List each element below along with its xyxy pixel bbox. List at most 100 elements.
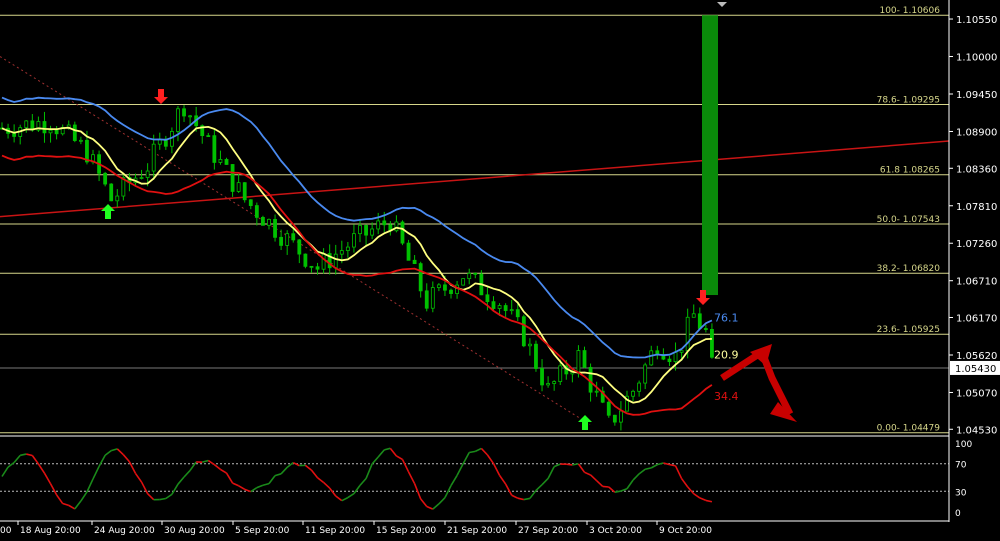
candle-body[interactable] — [679, 350, 684, 353]
price-tick-label: 1.10550 — [956, 15, 997, 26]
price-pane[interactable]: 100- 1.10606 78.6- 1.09295 61.8 1.08265 50.… — [0, 0, 1000, 541]
candle-body[interactable] — [224, 159, 229, 165]
candle-body[interactable] — [540, 368, 544, 386]
candle-body[interactable] — [182, 108, 186, 117]
candle-body[interactable] — [546, 383, 551, 386]
candle-body[interactable] — [139, 177, 144, 179]
candle-body[interactable] — [345, 246, 350, 251]
candle-body[interactable] — [631, 390, 635, 397]
candle-body[interactable] — [321, 253, 326, 270]
candle-body[interactable] — [703, 328, 708, 330]
candle-body[interactable] — [710, 328, 714, 358]
candle-body[interactable] — [667, 358, 672, 363]
candle-body[interactable] — [188, 115, 193, 118]
candle-body[interactable] — [443, 284, 447, 291]
candle-body[interactable] — [303, 253, 308, 267]
candle-body[interactable] — [685, 316, 690, 352]
candle-body[interactable] — [643, 364, 648, 384]
candle-body[interactable] — [109, 183, 114, 202]
candle-body[interactable] — [151, 143, 156, 172]
candle-body[interactable] — [691, 313, 696, 318]
candle-body[interactable] — [491, 301, 496, 309]
candle-body[interactable] — [297, 239, 302, 255]
candle-body[interactable] — [339, 250, 344, 255]
candle-body[interactable] — [400, 221, 405, 244]
candle-body[interactable] — [358, 225, 362, 235]
candle-body[interactable] — [309, 265, 314, 268]
candle-body[interactable] — [673, 351, 678, 363]
candle-body[interactable] — [485, 294, 490, 303]
candle-body[interactable] — [273, 218, 277, 238]
candle-body[interactable] — [497, 305, 502, 309]
projection-bar[interactable] — [702, 15, 718, 296]
time-tick-label: 27 Sep 20:00 — [518, 526, 578, 536]
candle-body[interactable] — [206, 135, 211, 138]
candle-body[interactable] — [248, 199, 253, 206]
candle-body[interactable] — [406, 242, 411, 261]
candle-body[interactable] — [364, 225, 368, 236]
candle-body[interactable] — [254, 205, 259, 218]
candle-body[interactable] — [218, 159, 223, 163]
candle-body[interactable] — [467, 272, 472, 280]
candle-body[interactable] — [424, 290, 429, 309]
trading-chart[interactable]: 100- 1.10606 78.6- 1.09295 61.8 1.08265 50.… — [0, 0, 1000, 541]
candle-body[interactable] — [552, 381, 557, 384]
candle-body[interactable] — [24, 120, 29, 129]
candle-body[interactable] — [515, 309, 520, 318]
candle-body[interactable] — [176, 108, 180, 132]
candle-body[interactable] — [242, 182, 247, 201]
candle-body[interactable] — [382, 220, 387, 226]
candle-body[interactable] — [145, 170, 150, 178]
candle-body[interactable] — [606, 401, 611, 416]
chart-canvas[interactable]: 100- 1.10606 78.6- 1.09295 61.8 1.08265 50.… — [0, 0, 1000, 541]
candle-body[interactable] — [291, 233, 296, 241]
candle-body[interactable] — [461, 278, 466, 286]
candle-body[interactable] — [594, 390, 599, 393]
candle-body[interactable] — [412, 259, 417, 265]
candle-body[interactable] — [333, 253, 338, 269]
osc-level-label: 100 — [955, 440, 972, 450]
candle-body[interactable] — [449, 289, 453, 294]
candle-body[interactable] — [236, 182, 241, 192]
candle-body[interactable] — [637, 382, 642, 392]
time-tick-label: 30 Aug 20:00 — [164, 526, 225, 536]
candle-body[interactable] — [72, 124, 77, 141]
candle-body[interactable] — [521, 316, 526, 347]
candle-body[interactable] — [473, 272, 478, 275]
candle-body[interactable] — [212, 135, 217, 163]
candle-body[interactable] — [582, 350, 587, 368]
candle-body[interactable] — [261, 217, 265, 226]
candle-body[interactable] — [230, 164, 235, 192]
candle-body[interactable] — [42, 121, 47, 134]
candle-body[interactable] — [376, 220, 381, 230]
candle-body[interactable] — [279, 236, 284, 246]
candle-body[interactable] — [649, 350, 654, 366]
candle-body[interactable] — [527, 343, 532, 347]
candle-body[interactable] — [619, 410, 623, 423]
candle-body[interactable] — [576, 350, 581, 373]
candle-body[interactable] — [54, 129, 59, 135]
candle-body[interactable] — [534, 343, 538, 369]
candle-body[interactable] — [12, 132, 17, 137]
candle-body[interactable] — [352, 233, 356, 248]
candle-body[interactable] — [418, 263, 423, 292]
candle-body[interactable] — [103, 172, 108, 185]
candle-body[interactable] — [436, 284, 441, 288]
time-tick-label: 11 Sep 20:00 — [305, 526, 365, 536]
candle-body[interactable] — [48, 129, 53, 134]
candle-body[interactable] — [285, 233, 290, 246]
candle-body[interactable] — [115, 195, 120, 202]
candle-body[interactable] — [78, 139, 83, 142]
candle-body[interactable] — [612, 414, 617, 423]
candle-body[interactable] — [394, 221, 399, 232]
candle-body[interactable] — [697, 313, 702, 329]
candle-body[interactable] — [503, 305, 508, 311]
price-tick-label: 1.08900 — [956, 127, 997, 138]
candle-body[interactable] — [509, 309, 514, 312]
candle-body[interactable] — [430, 287, 435, 309]
candle-body[interactable] — [267, 218, 271, 226]
candle-body[interactable] — [370, 228, 375, 236]
time-tick-label: 15 Sep 20:00 — [376, 526, 436, 536]
candle-body[interactable] — [558, 365, 563, 382]
candle-body[interactable] — [315, 266, 320, 270]
